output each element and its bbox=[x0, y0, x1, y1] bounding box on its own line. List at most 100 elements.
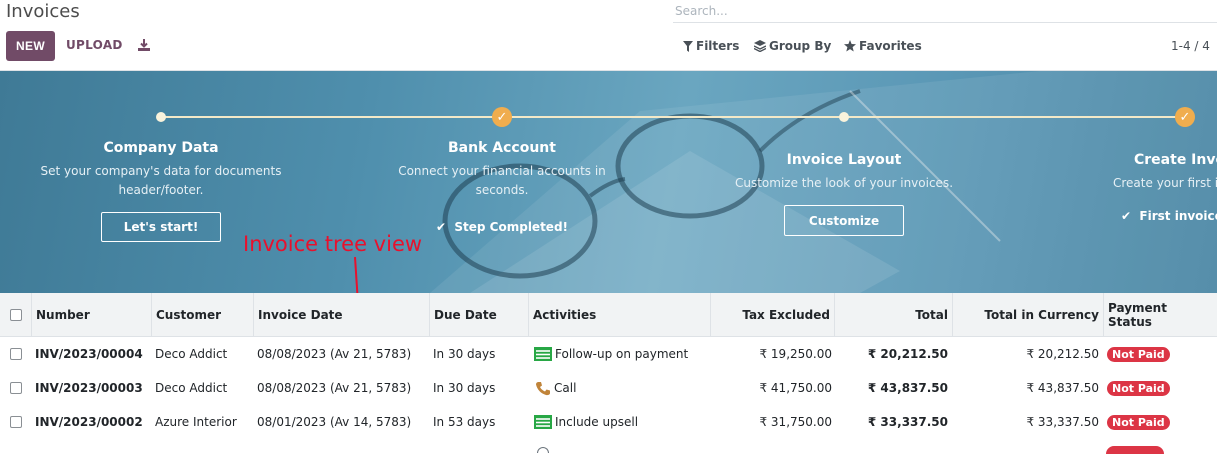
step-description-line: Create your first i bbox=[1113, 176, 1217, 190]
table-row-partial[interactable] bbox=[0, 439, 1217, 454]
page-title: Invoices bbox=[6, 1, 80, 22]
invoice-date: 08/08/2023 (Av 21, 5783) bbox=[257, 381, 412, 395]
status-badge: Not Paid bbox=[1107, 414, 1170, 430]
check-icon: ✔ bbox=[1121, 209, 1132, 223]
due-date: In 30 days bbox=[433, 381, 496, 395]
payment-status-cell: Not Paid bbox=[1103, 405, 1217, 439]
column-header-tax-excluded[interactable]: Tax Excluded bbox=[710, 293, 834, 336]
step-description-line: Connect your financial accounts in bbox=[398, 164, 606, 178]
invoice-number: INV/2023/00003 bbox=[35, 381, 143, 395]
activity-cell[interactable]: Follow-up on payment bbox=[530, 337, 710, 371]
annotation-label: Invoice tree view bbox=[243, 232, 423, 256]
tax-excluded-amount: ₹ 19,250.00 bbox=[759, 347, 832, 361]
customer-name: Azure Interior bbox=[155, 415, 237, 429]
select-all-cell bbox=[0, 293, 31, 336]
tax-excluded-amount: ₹ 31,750.00 bbox=[759, 415, 832, 429]
activity-cell[interactable]: Call bbox=[531, 371, 710, 405]
step-title: Bank Account bbox=[448, 140, 556, 156]
activity-clock-icon bbox=[537, 447, 549, 453]
activity-cell[interactable]: Include upsell bbox=[530, 405, 710, 439]
favorites-label: Favorites bbox=[859, 39, 922, 53]
step-dot-invoice-layout bbox=[839, 112, 849, 122]
total-amount: ₹ 20,212.50 bbox=[867, 347, 948, 361]
column-header-number[interactable]: Number bbox=[31, 293, 151, 336]
annotation-arrow-icon bbox=[354, 257, 359, 293]
total-in-currency-amount: ₹ 20,212.50 bbox=[1026, 347, 1099, 361]
step-completed-status: ✔ First invoice bbox=[1113, 209, 1217, 223]
row-checkbox[interactable] bbox=[9, 416, 22, 428]
group-by-button[interactable]: Group By bbox=[754, 39, 831, 53]
payment-status-cell: Not Paid bbox=[1103, 371, 1217, 405]
pager-value[interactable]: 1-4 / 4 bbox=[1171, 39, 1210, 53]
lets-start-button[interactable]: Let's start! bbox=[101, 212, 221, 242]
step-description: Create your first i bbox=[1113, 174, 1217, 193]
column-header-due-date[interactable]: Due Date bbox=[429, 293, 528, 336]
step-title: Create Invo bbox=[1134, 152, 1217, 168]
status-badge-partial bbox=[1106, 446, 1164, 454]
step-title: Company Data bbox=[103, 140, 219, 156]
group-by-label: Group By bbox=[769, 39, 832, 53]
invoice-number: INV/2023/00004 bbox=[35, 347, 143, 361]
payment-status-cell: Not Paid bbox=[1103, 337, 1217, 371]
activity-label: Follow-up on payment bbox=[555, 347, 689, 361]
row-checkbox[interactable] bbox=[9, 382, 22, 394]
table-row[interactable]: INV/2023/00003 Deco Addict 08/08/2023 (A… bbox=[0, 371, 1217, 406]
column-header-invoice-date[interactable]: Invoice Date bbox=[253, 293, 429, 336]
column-header-total-in-currency[interactable]: Total in Currency bbox=[952, 293, 1103, 336]
activity-label: Call bbox=[554, 381, 577, 395]
column-header-customer[interactable]: Customer bbox=[151, 293, 253, 336]
filters-button[interactable]: Filters bbox=[683, 39, 739, 53]
step-description-line: header/footer. bbox=[118, 183, 204, 197]
column-header-payment-status[interactable]: Payment Status bbox=[1103, 293, 1217, 336]
status-badge: Not Paid bbox=[1107, 346, 1170, 362]
due-date: In 53 days bbox=[433, 415, 496, 429]
step-description-line: seconds. bbox=[475, 183, 529, 197]
total-in-currency-amount: ₹ 33,337.50 bbox=[1026, 415, 1099, 429]
step-title: Invoice Layout bbox=[786, 152, 902, 168]
row-select-cell bbox=[0, 371, 31, 405]
customer-name: Deco Addict bbox=[155, 381, 228, 395]
tax-excluded-amount: ₹ 41,750.00 bbox=[759, 381, 832, 395]
table-header: Number Customer Invoice Date Due Date Ac… bbox=[0, 293, 1217, 337]
due-date: In 30 days bbox=[433, 347, 496, 361]
download-icon[interactable] bbox=[137, 38, 151, 52]
invoice-number: INV/2023/00002 bbox=[35, 415, 143, 429]
step-description: Customize the look of your invoices. bbox=[714, 174, 974, 193]
envelope-list-icon bbox=[534, 347, 552, 361]
star-icon bbox=[844, 40, 856, 52]
step-done-check-icon: ✓ bbox=[492, 107, 512, 127]
row-select-cell bbox=[0, 337, 31, 371]
step-completed-label: First invoice bbox=[1139, 209, 1217, 223]
search-input[interactable] bbox=[673, 2, 977, 20]
column-header-total[interactable]: Total bbox=[834, 293, 952, 336]
upload-button[interactable]: UPLOAD bbox=[66, 38, 123, 52]
invoice-date: 08/01/2023 (Av 14, 5783) bbox=[257, 415, 412, 429]
envelope-list-icon bbox=[534, 415, 552, 429]
table-row[interactable]: INV/2023/00004 Deco Addict 08/08/2023 (A… bbox=[0, 337, 1217, 372]
step-create-invoice: Create Invo Create your first i ✔ First … bbox=[1113, 152, 1217, 223]
status-badge: Not Paid bbox=[1107, 380, 1170, 396]
column-header-activities[interactable]: Activities bbox=[528, 293, 710, 336]
table-row[interactable]: INV/2023/00002 Azure Interior 08/01/2023… bbox=[0, 405, 1217, 440]
step-done-check-icon: ✓ bbox=[1175, 107, 1195, 127]
invoice-date: 08/08/2023 (Av 21, 5783) bbox=[257, 347, 412, 361]
filters-label: Filters bbox=[696, 39, 740, 53]
row-checkbox[interactable] bbox=[9, 348, 22, 360]
step-completed-label: Step Completed! bbox=[454, 220, 569, 234]
phone-icon bbox=[536, 381, 550, 395]
step-invoice-layout: Invoice Layout Customize the look of you… bbox=[714, 152, 974, 236]
customize-button[interactable]: Customize bbox=[784, 205, 904, 236]
filter-icon bbox=[683, 40, 693, 52]
layers-icon bbox=[754, 40, 766, 52]
step-description-line: Customize the look of your invoices. bbox=[734, 176, 954, 190]
select-all-checkbox[interactable] bbox=[9, 308, 22, 321]
activity-label: Include upsell bbox=[555, 415, 639, 429]
onboarding-banner: ✓ ✓ Company Data Set your company's data… bbox=[0, 71, 1217, 293]
customer-name: Deco Addict bbox=[155, 347, 228, 361]
step-description: Set your company's data for documents he… bbox=[31, 162, 291, 200]
new-button[interactable]: NEW bbox=[6, 31, 55, 61]
favorites-button[interactable]: Favorites bbox=[844, 39, 922, 53]
check-icon: ✔ bbox=[435, 220, 447, 234]
control-panel: Invoices NEW UPLOAD Filters Group By Fav… bbox=[0, 0, 1217, 71]
total-in-currency-amount: ₹ 43,837.50 bbox=[1026, 381, 1099, 395]
